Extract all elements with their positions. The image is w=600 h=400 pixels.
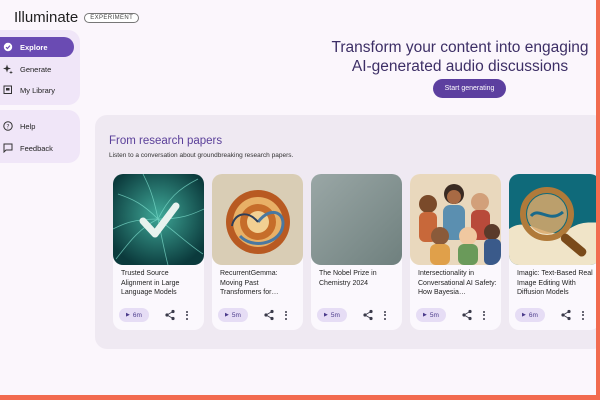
card-title[interactable]: Trusted Source Alignment in Large Langua… xyxy=(121,269,201,298)
card-thumbnail[interactable] xyxy=(113,174,204,265)
hero-title-line-2: AI-generated audio discussions xyxy=(351,58,569,75)
play-button[interactable]: ▶ 5m xyxy=(416,308,446,322)
paper-card[interactable]: Imagic: Text-Based Real Image Editing Wi… xyxy=(509,174,596,330)
nav-item-generate[interactable]: Generate xyxy=(0,59,51,79)
card-thumbnail[interactable] xyxy=(410,174,501,265)
play-button[interactable]: ▶ 6m xyxy=(515,308,545,322)
card-thumbnail[interactable] xyxy=(311,174,402,265)
nav-item-my-library[interactable]: My Library xyxy=(0,80,55,100)
more-options-icon[interactable] xyxy=(183,308,191,322)
nav-label-my-library: My Library xyxy=(20,85,56,95)
card-title[interactable]: RecurrentGemma: Moving Past Transformers… xyxy=(220,269,300,298)
play-button[interactable]: ▶ 6m xyxy=(119,308,149,322)
card-thumbnail[interactable] xyxy=(509,174,596,265)
play-button[interactable]: ▶ 5m xyxy=(218,308,248,322)
paper-card[interactable]: Trusted Source Alignment in Large Langua… xyxy=(113,174,204,330)
secondary-nav: ? Help Feedback xyxy=(0,110,80,163)
app-name[interactable]: Illuminate xyxy=(14,9,78,26)
play-icon: ▶ xyxy=(522,312,526,318)
duration-label: 6m xyxy=(528,311,538,319)
card-title[interactable]: Intersectionality in Conversational AI S… xyxy=(418,269,498,298)
nav-item-feedback[interactable]: Feedback xyxy=(0,138,53,158)
nav-label-generate: Generate xyxy=(20,64,52,74)
more-options-icon[interactable] xyxy=(381,308,389,322)
card-thumbnail[interactable] xyxy=(212,174,303,265)
hero-title-line-1: Transform your content into engaging xyxy=(331,39,589,56)
experiment-badge: EXPERIMENT xyxy=(84,12,140,23)
play-icon: ▶ xyxy=(423,312,427,318)
duration-label: 5m xyxy=(231,311,241,319)
share-icon[interactable] xyxy=(560,309,572,321)
card-title[interactable]: Imagic: Text-Based Real Image Editing Wi… xyxy=(517,269,596,298)
section-title: From research papers xyxy=(109,135,223,147)
more-options-icon[interactable] xyxy=(282,308,290,322)
brand: Illuminate EXPERIMENT xyxy=(14,9,140,26)
play-button[interactable]: ▶ 5m xyxy=(317,308,347,322)
play-icon: ▶ xyxy=(225,312,229,318)
share-icon[interactable] xyxy=(461,309,473,321)
more-options-icon[interactable] xyxy=(579,308,587,322)
play-icon: ▶ xyxy=(126,312,130,318)
nav-label-explore: Explore xyxy=(20,42,48,52)
more-options-icon[interactable] xyxy=(480,308,488,322)
explore-icon xyxy=(2,42,14,52)
paper-card[interactable]: The Nobel Prize in Chemistry 2024 ▶ 5m xyxy=(311,174,402,330)
start-generating-button[interactable]: Start generating xyxy=(433,79,506,98)
share-icon[interactable] xyxy=(164,309,176,321)
paper-card[interactable]: RecurrentGemma: Moving Past Transformers… xyxy=(212,174,303,330)
card-title[interactable]: The Nobel Prize in Chemistry 2024 xyxy=(319,269,399,288)
sparkle-icon xyxy=(2,64,14,74)
help-icon: ? xyxy=(2,121,14,131)
primary-nav: Explore Generate My Library xyxy=(0,30,80,105)
duration-label: 6m xyxy=(132,311,142,319)
nav-label-help: Help xyxy=(20,121,36,131)
share-icon[interactable] xyxy=(362,309,374,321)
duration-label: 5m xyxy=(429,311,439,319)
app-window: Illuminate EXPERIMENT Explore Generate M… xyxy=(0,0,596,395)
section-subtitle: Listen to a conversation about groundbre… xyxy=(109,152,294,159)
paper-card[interactable]: Intersectionality in Conversational AI S… xyxy=(410,174,501,330)
nav-label-feedback: Feedback xyxy=(20,143,53,153)
research-papers-section: From research papers Listen to a convers… xyxy=(95,115,596,349)
play-icon: ▶ xyxy=(324,312,328,318)
svg-text:?: ? xyxy=(6,123,9,130)
library-icon xyxy=(2,85,14,95)
nav-item-help[interactable]: ? Help xyxy=(0,116,35,136)
hero-title: Transform your content into engaging AI-… xyxy=(325,38,595,76)
nav-item-explore[interactable]: Explore xyxy=(0,37,74,57)
duration-label: 5m xyxy=(330,311,340,319)
share-icon[interactable] xyxy=(263,309,275,321)
feedback-icon xyxy=(2,143,14,153)
